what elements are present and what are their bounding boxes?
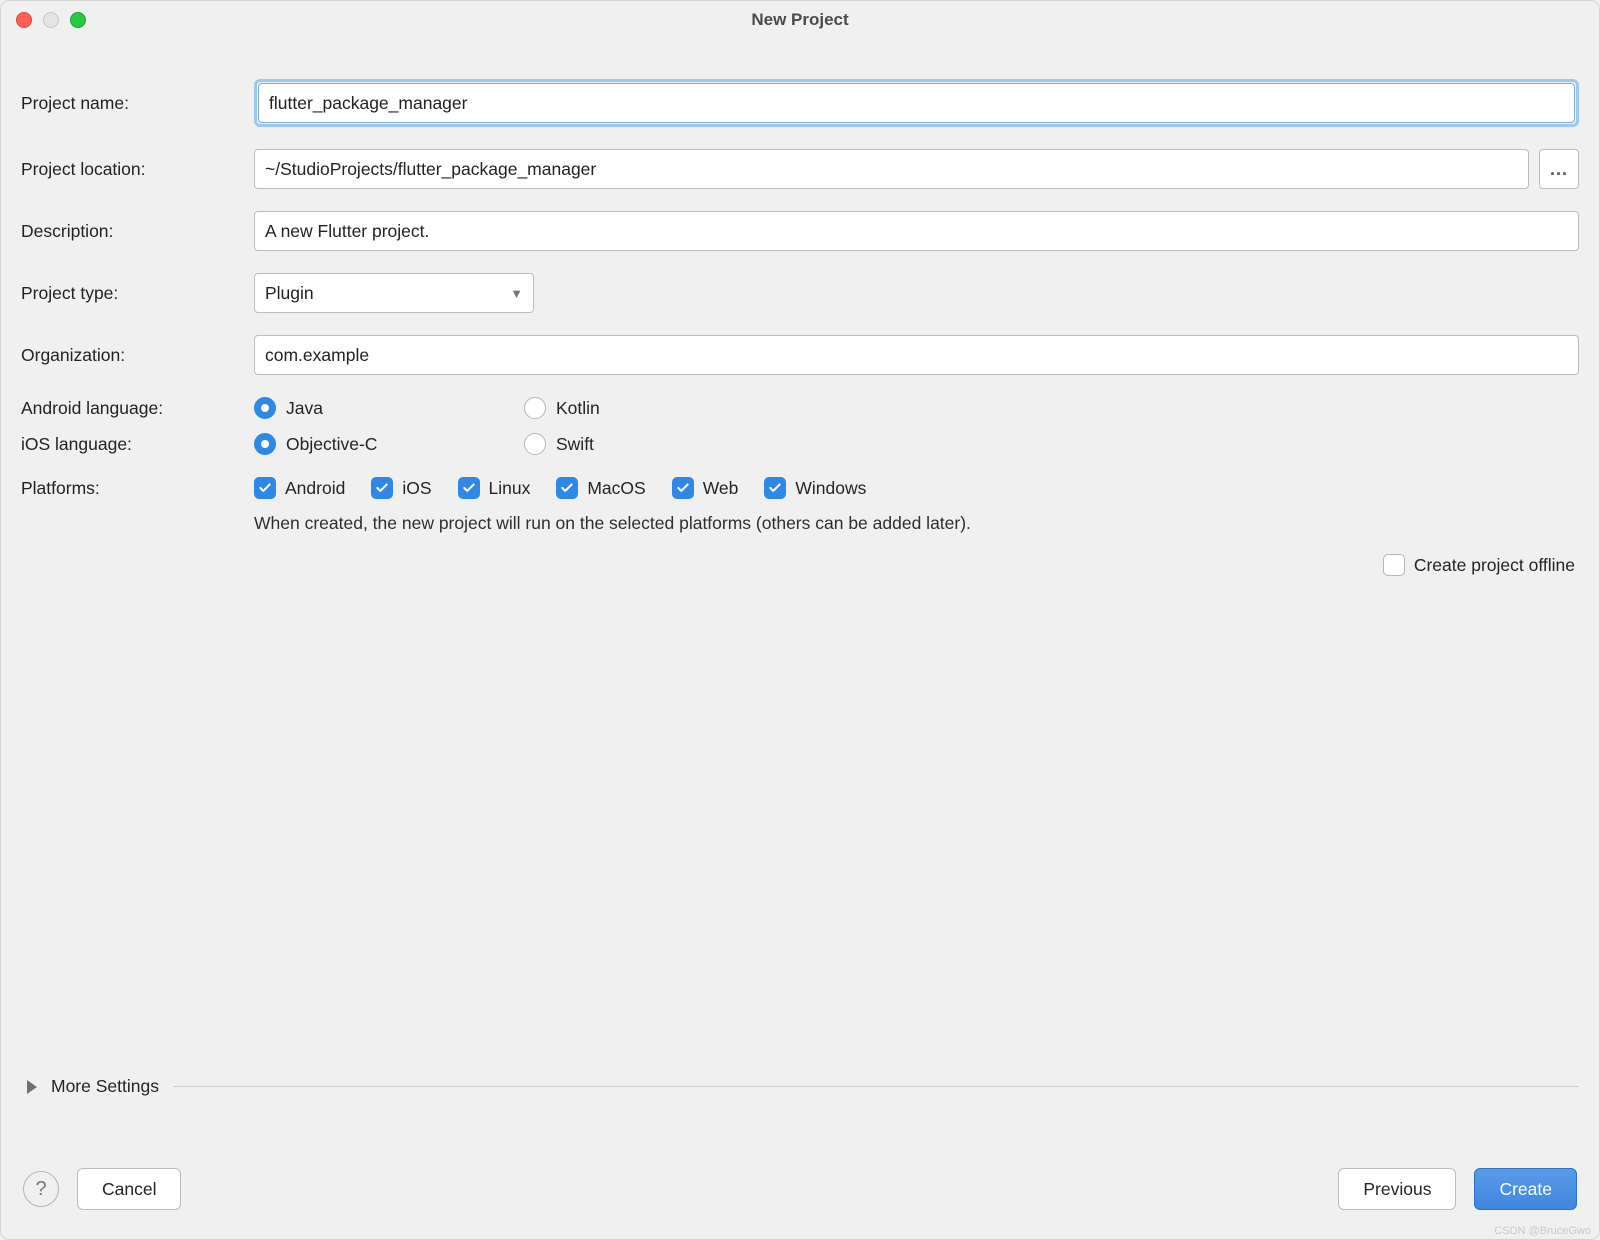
android-language-kotlin-radio[interactable]: Kotlin [524,397,600,419]
description-input[interactable] [254,211,1579,251]
more-settings-label: More Settings [51,1076,159,1097]
previous-button[interactable]: Previous [1338,1168,1456,1210]
android-language-java-radio[interactable]: Java [254,397,524,419]
watermark: CSDN @BruceGwo [1494,1225,1591,1237]
organization-label: Organization: [21,345,254,366]
checkbox-on-icon [371,477,393,499]
project-type-value: Plugin [265,283,314,304]
checkbox-off-icon [1383,554,1405,576]
project-location-label: Project location: [21,159,254,180]
description-label: Description: [21,221,254,242]
radio-label: Kotlin [556,398,600,419]
radio-off-icon [524,433,546,455]
platforms-group: Android iOS Linux MacOS Web [254,477,1579,499]
radio-on-icon [254,433,276,455]
project-type-label: Project type: [21,283,254,304]
checkbox-label: MacOS [587,478,645,499]
platforms-label: Platforms: [21,478,254,499]
ios-language-label: iOS language: [21,434,254,455]
platform-macos-checkbox[interactable]: MacOS [556,477,645,499]
checkbox-on-icon [458,477,480,499]
dialog-window: New Project Project name: Project locati… [0,0,1600,1240]
titlebar: New Project [1,1,1599,39]
platform-linux-checkbox[interactable]: Linux [458,477,531,499]
checkbox-label: Linux [489,478,531,499]
project-name-field-wrap [254,79,1579,127]
checkbox-label: Android [285,478,345,499]
checkbox-label: Web [703,478,739,499]
checkbox-label: Windows [795,478,866,499]
project-name-label: Project name: [21,93,254,114]
cancel-button[interactable]: Cancel [77,1168,181,1210]
ellipsis-icon: ... [1550,159,1568,180]
triangle-right-icon [27,1080,37,1094]
android-language-label: Android language: [21,398,254,419]
button-label: Cancel [102,1179,156,1200]
project-location-input[interactable] [254,149,1529,189]
project-type-select[interactable]: Plugin ▼ [254,273,534,313]
browse-button[interactable]: ... [1539,149,1579,189]
checkbox-label: Create project offline [1414,555,1575,576]
help-button[interactable]: ? [23,1171,59,1207]
window-title: New Project [1,10,1599,30]
form-content: Project name: Project location: ... Desc… [1,39,1599,1239]
ios-language-swift-radio[interactable]: Swift [524,433,594,455]
checkbox-label: iOS [402,478,431,499]
platforms-hint: When created, the new project will run o… [254,513,1579,534]
chevron-down-icon: ▼ [510,286,523,301]
project-name-input[interactable] [258,83,1575,123]
create-button[interactable]: Create [1474,1168,1577,1210]
radio-on-icon [254,397,276,419]
create-offline-checkbox[interactable]: Create project offline [1383,554,1575,576]
divider [173,1086,1579,1087]
radio-label: Objective-C [286,434,377,455]
question-icon: ? [35,1178,46,1201]
checkbox-on-icon [254,477,276,499]
platform-android-checkbox[interactable]: Android [254,477,345,499]
checkbox-on-icon [672,477,694,499]
more-settings-toggle[interactable]: More Settings [21,1076,1579,1097]
radio-label: Swift [556,434,594,455]
ios-language-objc-radio[interactable]: Objective-C [254,433,524,455]
dialog-footer: ? Cancel Previous Create [1,1139,1599,1239]
radio-off-icon [524,397,546,419]
platform-ios-checkbox[interactable]: iOS [371,477,431,499]
radio-label: Java [286,398,323,419]
platform-web-checkbox[interactable]: Web [672,477,739,499]
button-label: Create [1499,1179,1552,1200]
checkbox-on-icon [764,477,786,499]
platform-windows-checkbox[interactable]: Windows [764,477,866,499]
organization-input[interactable] [254,335,1579,375]
checkbox-on-icon [556,477,578,499]
button-label: Previous [1363,1179,1431,1200]
